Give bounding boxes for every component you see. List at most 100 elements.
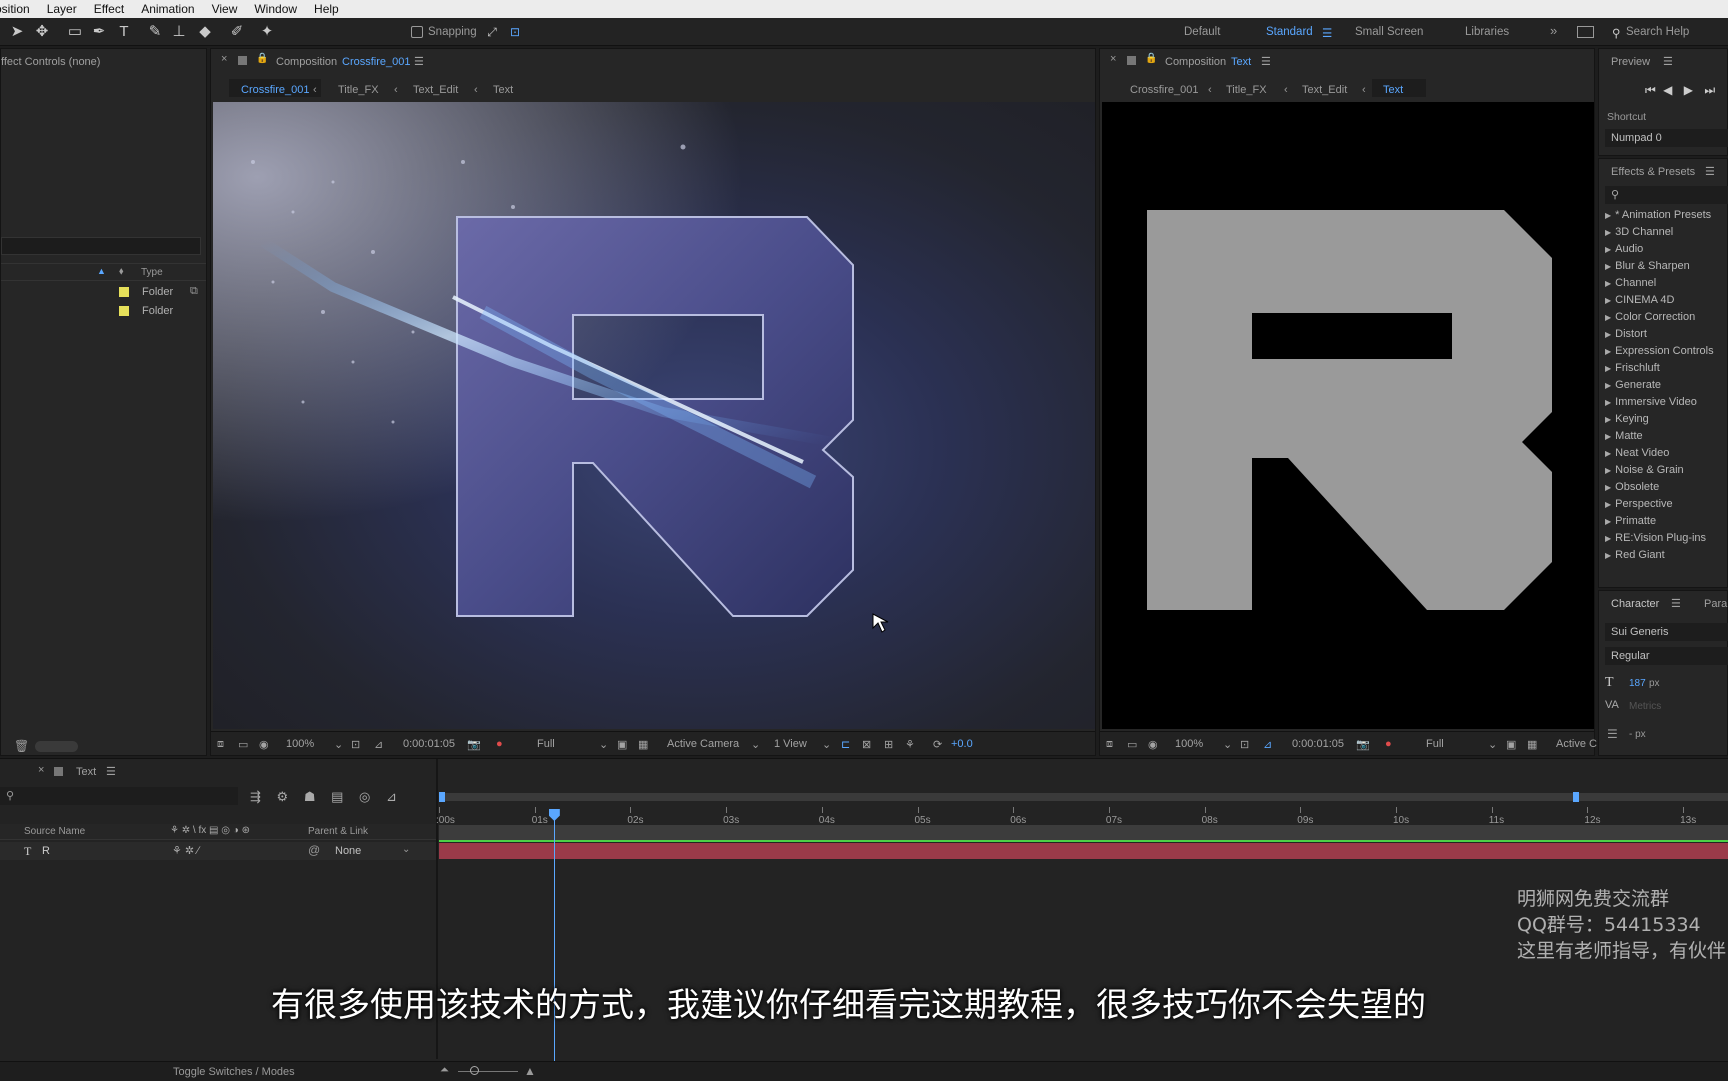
label-color-swatch[interactable] <box>119 306 129 316</box>
font-style-dropdown[interactable]: Regular <box>1605 647 1728 665</box>
chevron-down-icon[interactable]: ⌄ <box>822 738 831 751</box>
breadcrumb-text-edit[interactable]: Text_Edit <box>1302 84 1347 96</box>
effects-search-input[interactable]: ⚲ <box>1605 186 1728 204</box>
label-tag-icon[interactable]: ⬧ <box>119 266 124 277</box>
project-search-input[interactable] <box>1 237 201 255</box>
shy-layers-icon[interactable]: ☗ <box>304 789 316 804</box>
frame-blending-icon[interactable]: ▤ <box>331 789 343 804</box>
expand-triangle-icon[interactable]: ▶ <box>1605 483 1611 492</box>
expand-triangle-icon[interactable]: ▶ <box>1605 381 1611 390</box>
zoom-slider[interactable] <box>458 1071 518 1072</box>
expand-triangle-icon[interactable]: ▶ <box>1605 330 1611 339</box>
transparency-grid-icon[interactable]: ▦ <box>1527 738 1537 751</box>
stroke-width-value[interactable]: - px <box>1629 729 1646 740</box>
kerning-value[interactable]: Metrics <box>1629 701 1661 712</box>
panel-menu-icon[interactable]: ☰ <box>414 51 424 73</box>
resolution-dropdown[interactable]: Full <box>1426 738 1444 750</box>
layer-name[interactable]: R <box>42 845 50 857</box>
work-area-bar[interactable] <box>439 792 1728 802</box>
color-channels-icon[interactable]: ● <box>496 738 503 750</box>
effect-category-item[interactable]: ▶ Generate <box>1605 379 1661 391</box>
chevron-down-icon[interactable]: ⌄ <box>751 738 760 751</box>
breadcrumb-crossfire[interactable]: Crossfire_001 <box>1130 84 1198 96</box>
workspace-small-screen[interactable]: Small Screen <box>1355 26 1423 38</box>
expand-triangle-icon[interactable]: ▶ <box>1605 279 1611 288</box>
parent-link-column[interactable]: Parent & Link <box>308 826 368 837</box>
panel-menu-icon[interactable]: ☰ <box>1705 161 1715 183</box>
breadcrumb-text[interactable]: Text <box>1383 84 1403 96</box>
expand-triangle-icon[interactable]: ▶ <box>1605 398 1611 407</box>
breadcrumb-text-edit[interactable]: Text_Edit <box>413 84 458 96</box>
project-scrollbar[interactable] <box>35 741 78 752</box>
snapping-checkbox[interactable] <box>411 26 423 38</box>
snap-edges-icon[interactable]: ⤢ <box>483 23 501 41</box>
fit-icon[interactable]: ⊡ <box>351 738 360 751</box>
text-viewer[interactable] <box>1102 102 1594 729</box>
eraser-tool-icon[interactable]: ◆ <box>196 23 214 41</box>
effect-category-item[interactable]: ▶ Red Giant <box>1605 549 1665 561</box>
panel-menu-icon[interactable]: ☰ <box>1261 51 1271 73</box>
menu-layer[interactable]: Layer <box>47 2 77 16</box>
character-title[interactable]: Character <box>1611 593 1659 615</box>
expand-triangle-icon[interactable]: ▶ <box>1605 466 1611 475</box>
effect-category-item[interactable]: ▶ Distort <box>1605 328 1647 340</box>
expand-triangle-icon[interactable]: ▶ <box>1605 313 1611 322</box>
always-preview-icon[interactable]: ⧈ <box>1106 738 1113 751</box>
search-help-field[interactable]: Search Help <box>1626 26 1689 38</box>
layer-duration-bar[interactable] <box>439 843 1728 859</box>
expand-triangle-icon[interactable]: ▶ <box>1605 245 1611 254</box>
composition-tab-name[interactable]: Text <box>1231 51 1251 73</box>
search-icon[interactable]: ⚲ <box>1612 26 1620 40</box>
timeline-tab-label[interactable]: Text <box>76 761 96 783</box>
layer-switches[interactable]: ⚘ ✲ ∕ <box>172 844 199 857</box>
breadcrumb-crossfire[interactable]: Crossfire_001 <box>241 84 309 96</box>
next-frame-icon[interactable]: ⏭ <box>1704 83 1715 97</box>
pick-whip-icon[interactable]: @ <box>308 843 320 857</box>
workspace-default[interactable]: Default <box>1184 26 1220 38</box>
workspace-menu-icon[interactable]: ☰ <box>1322 26 1332 40</box>
type-tool-icon[interactable]: T <box>115 23 133 41</box>
safe-margins-icon[interactable]: ⊿ <box>374 738 383 751</box>
menu-window[interactable]: Window <box>254 2 297 16</box>
table-row[interactable]: T R ⚘ ✲ ∕ @ None ⌄ <box>0 842 436 860</box>
graph-editor-icon[interactable]: ⊿ <box>386 789 397 804</box>
more-workspaces-icon[interactable]: » <box>1550 23 1557 38</box>
expand-triangle-icon[interactable]: ▶ <box>1605 211 1611 220</box>
color-channels-icon[interactable]: ● <box>1385 738 1392 750</box>
timeline-icon[interactable]: ⊞ <box>884 738 893 751</box>
timecode-display[interactable]: 0:00:01:05 <box>403 738 455 750</box>
panel-menu-icon[interactable]: ☰ <box>1663 51 1673 73</box>
timecode-display[interactable]: 0:00:01:05 <box>1292 738 1344 750</box>
preview-title[interactable]: Preview <box>1611 51 1650 73</box>
first-frame-icon[interactable]: ⏮ <box>1645 83 1656 97</box>
expand-triangle-icon[interactable]: ▶ <box>1605 432 1611 441</box>
effect-category-item[interactable]: ▶ Expression Controls <box>1605 345 1714 357</box>
menu-help[interactable]: Help <box>314 2 339 16</box>
chevron-down-icon[interactable]: ⌄ <box>334 738 343 751</box>
chevron-down-icon[interactable]: ⌄ <box>599 738 608 751</box>
transparency-grid-icon[interactable]: ▦ <box>638 738 648 751</box>
workspace-libraries[interactable]: Libraries <box>1465 26 1509 38</box>
expand-triangle-icon[interactable]: ▶ <box>1605 551 1611 560</box>
play-icon[interactable]: ▶ <box>1684 83 1693 97</box>
label-color-swatch[interactable] <box>119 287 129 297</box>
expand-triangle-icon[interactable]: ▶ <box>1605 415 1611 424</box>
effect-category-item[interactable]: ▶ * Animation Presets <box>1605 209 1711 221</box>
draft-3d-icon[interactable]: ⚙ <box>277 789 289 804</box>
effect-category-item[interactable]: ▶ Neat Video <box>1605 447 1669 459</box>
rectangle-tool-icon[interactable]: ▭ <box>66 23 84 41</box>
region-icon[interactable]: ▣ <box>1506 738 1516 751</box>
brush-tool-icon[interactable]: ✎ <box>146 23 164 41</box>
lock-icon[interactable]: 🔒 <box>1145 53 1157 64</box>
effect-category-item[interactable]: ▶ Primatte <box>1605 515 1656 527</box>
timeline-search-input[interactable]: ⚲ <box>0 787 238 805</box>
effects-presets-title[interactable]: Effects & Presets <box>1611 161 1695 183</box>
source-name-column[interactable]: Source Name <box>24 826 85 837</box>
selection-tool-icon[interactable]: ➤ <box>8 23 26 41</box>
effect-category-item[interactable]: ▶ Keying <box>1605 413 1649 425</box>
panel-menu-icon[interactable]: ☰ <box>106 761 116 783</box>
effect-category-item[interactable]: ▶ Color Correction <box>1605 311 1695 323</box>
previous-frame-icon[interactable]: ◀ <box>1663 83 1672 97</box>
camera-dropdown[interactable]: Active C <box>1556 738 1597 750</box>
type-column-label[interactable]: Type <box>141 267 163 278</box>
